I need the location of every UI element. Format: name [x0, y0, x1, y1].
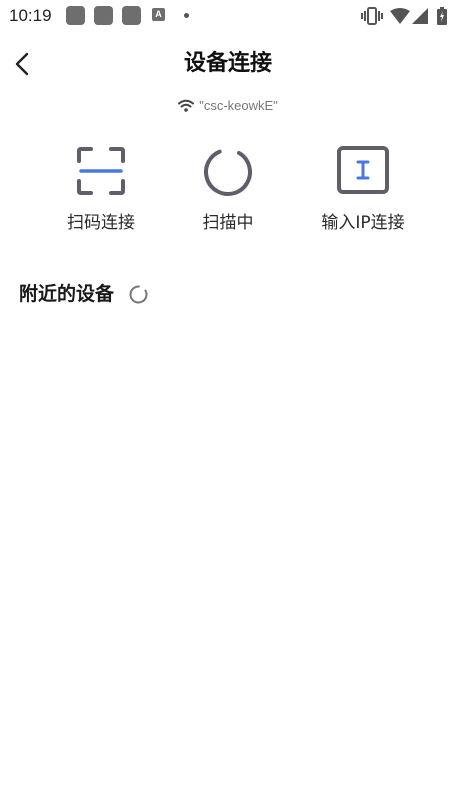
notification-icon	[66, 6, 85, 25]
ip-connect-label: 输入IP连接	[321, 213, 405, 233]
notification-icon	[94, 6, 113, 25]
notification-a-icon: A	[152, 8, 165, 21]
wifi-signal-icon	[390, 8, 410, 24]
battery-icon	[437, 7, 447, 25]
loading-spinner-icon	[129, 285, 148, 304]
cell-signal-icon	[412, 8, 428, 24]
page-title: 设备连接	[183, 51, 272, 76]
status-bar: 10:19 A	[0, 0, 456, 32]
scanning-spinner-icon	[204, 148, 252, 197]
scan-icon	[77, 147, 125, 195]
ip-connect-button[interactable]: 输入IP连接	[288, 146, 438, 238]
more-notifications-dot-icon	[184, 13, 189, 18]
status-time: 10:19	[9, 6, 52, 25]
notification-icon	[122, 6, 141, 25]
ip-input-icon	[337, 146, 389, 194]
connected-wifi: "csc-keowkE"	[0, 98, 456, 113]
nearby-devices-title: 附近的设备	[19, 283, 115, 305]
vibrate-icon	[361, 7, 383, 25]
scanning-button[interactable]: 扫描中	[153, 146, 303, 238]
wifi-name: "csc-keowkE"	[199, 98, 278, 113]
wifi-icon	[178, 99, 195, 112]
scanning-label: 扫描中	[202, 213, 254, 233]
